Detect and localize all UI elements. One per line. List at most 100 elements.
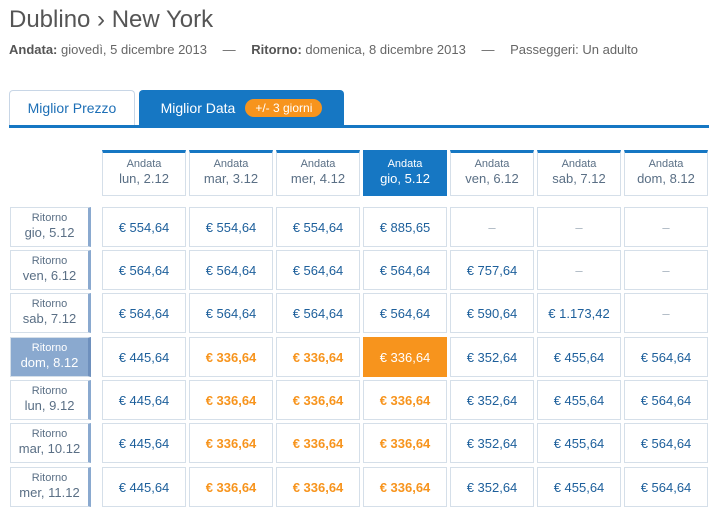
price-cell[interactable]: € 336,64 [363,337,447,377]
price-cell[interactable]: € 336,64 [363,467,447,507]
price-cell[interactable]: € 564,64 [189,293,273,333]
return-date-header[interactable]: Ritorno lun, 9.12 [10,380,91,420]
price-cell[interactable]: € 336,64 [363,423,447,463]
outbound-header-date: mar, 3.12 [203,171,259,186]
price-cell[interactable]: € 336,64 [189,423,273,463]
price-cell[interactable]: € 336,64 [189,380,273,420]
price-cell[interactable]: € 352,64 [450,467,534,507]
outbound-header-label: Andata [474,158,510,170]
price-cell[interactable]: € 455,64 [537,467,621,507]
return-date-header[interactable]: Ritorno dom, 8.12 [10,337,91,377]
price-cell[interactable]: € 564,64 [276,293,360,333]
return-header-date: mar, 10.12 [18,441,81,456]
outbound-header-label: Andata [213,158,249,170]
outbound-date-header[interactable]: Andata lun, 2.12 [102,150,186,196]
return-date: domenica, 8 dicembre 2013 [305,42,466,57]
price-cell: – [624,250,708,290]
price-cell[interactable]: € 445,64 [102,467,186,507]
price-cell[interactable]: € 336,64 [276,467,360,507]
tab-underline [9,125,709,128]
separator: — [481,42,495,57]
price-cell[interactable]: € 564,64 [624,467,708,507]
outbound-header-date: lun, 2.12 [119,171,169,186]
return-header-date: sab, 7.12 [22,311,77,326]
outbound-date-header[interactable]: Andata sab, 7.12 [537,150,621,196]
outbound-date-header[interactable]: Andata ven, 6.12 [450,150,534,196]
outbound-date-header[interactable]: Andata gio, 5.12 [363,150,447,196]
outbound-date: giovedì, 5 dicembre 2013 [61,42,207,57]
return-label: Ritorno: [251,42,302,57]
outbound-header-date: sab, 7.12 [552,171,606,186]
outbound-date-header[interactable]: Andata mer, 4.12 [276,150,360,196]
price-cell[interactable]: € 445,64 [102,423,186,463]
passengers-info: Passeggeri: Un adulto [510,42,639,57]
outbound-header-label: Andata [648,158,684,170]
price-cell[interactable]: € 352,64 [450,423,534,463]
return-date-header[interactable]: Ritorno mar, 10.12 [10,423,91,463]
return-header-label: Ritorno [31,342,68,354]
price-cell: – [537,250,621,290]
return-header-label: Ritorno [31,298,68,310]
price-cell[interactable]: € 455,64 [537,423,621,463]
price-cell: – [450,207,534,247]
price-cell[interactable]: € 885,65 [363,207,447,247]
price-cell[interactable]: € 1.173,42 [537,293,621,333]
price-cell[interactable]: € 590,64 [450,293,534,333]
price-cell: – [624,293,708,333]
tab-best-date[interactable]: Miglior Data +/- 3 giorni [139,90,344,126]
tab-best-price[interactable]: Miglior Prezzo [9,90,135,125]
price-cell[interactable]: € 564,64 [102,250,186,290]
price-cell[interactable]: € 554,64 [276,207,360,247]
price-cell[interactable]: € 554,64 [189,207,273,247]
price-cell[interactable]: € 564,64 [624,423,708,463]
price-cell: – [537,207,621,247]
price-cell[interactable]: € 336,64 [189,337,273,377]
return-date-header[interactable]: Ritorno ven, 6.12 [10,250,91,290]
return-header-label: Ritorno [31,212,68,224]
outbound-header-label: Andata [126,158,162,170]
price-cell[interactable]: € 352,64 [450,337,534,377]
return-date-header[interactable]: Ritorno gio, 5.12 [10,207,91,247]
return-header-date: gio, 5.12 [24,225,75,240]
price-cell[interactable]: € 564,64 [102,293,186,333]
return-header-date: mer, 11.12 [19,485,80,500]
price-cell[interactable]: € 564,64 [363,250,447,290]
price-cell[interactable]: € 554,64 [102,207,186,247]
page-title: Dublino › New York [9,6,214,33]
return-header-label: Ritorno [31,472,68,484]
price-cell[interactable]: € 455,64 [537,380,621,420]
outbound-date-header[interactable]: Andata mar, 3.12 [189,150,273,196]
price-cell[interactable]: € 336,64 [363,380,447,420]
return-header-label: Ritorno [31,428,68,440]
return-header-date: ven, 6.12 [22,268,77,283]
price-cell[interactable]: € 564,64 [189,250,273,290]
trip-summary: Andata: giovedì, 5 dicembre 2013 — Ritor… [9,42,638,57]
outbound-header-label: Andata [561,158,597,170]
outbound-date-header[interactable]: Andata dom, 8.12 [624,150,708,196]
separator: — [222,42,236,57]
price-cell: – [624,207,708,247]
return-date-header[interactable]: Ritorno mer, 11.12 [10,467,91,507]
price-cell[interactable]: € 336,64 [276,380,360,420]
price-cell[interactable]: € 564,64 [276,250,360,290]
price-cell[interactable]: € 352,64 [450,380,534,420]
tab-bar: Miglior Prezzo Miglior Data +/- 3 giorni [9,90,709,130]
price-cell[interactable]: € 336,64 [276,337,360,377]
outbound-header-date: gio, 5.12 [380,171,430,186]
price-cell[interactable]: € 445,64 [102,380,186,420]
price-cell[interactable]: € 564,64 [624,380,708,420]
price-cell[interactable]: € 757,64 [450,250,534,290]
price-cell[interactable]: € 336,64 [276,423,360,463]
return-header-date: lun, 9.12 [24,398,75,413]
tab-best-date-label: Miglior Data [160,100,236,116]
price-cell[interactable]: € 564,64 [363,293,447,333]
return-date-header[interactable]: Ritorno sab, 7.12 [10,293,91,333]
price-cell[interactable]: € 445,64 [102,337,186,377]
flex-days-badge: +/- 3 giorni [245,99,323,117]
outbound-header-date: dom, 8.12 [637,171,695,186]
price-cell[interactable]: € 455,64 [537,337,621,377]
outbound-header-label: Andata [387,158,423,170]
return-header-label: Ritorno [31,385,68,397]
price-cell[interactable]: € 564,64 [624,337,708,377]
price-cell[interactable]: € 336,64 [189,467,273,507]
